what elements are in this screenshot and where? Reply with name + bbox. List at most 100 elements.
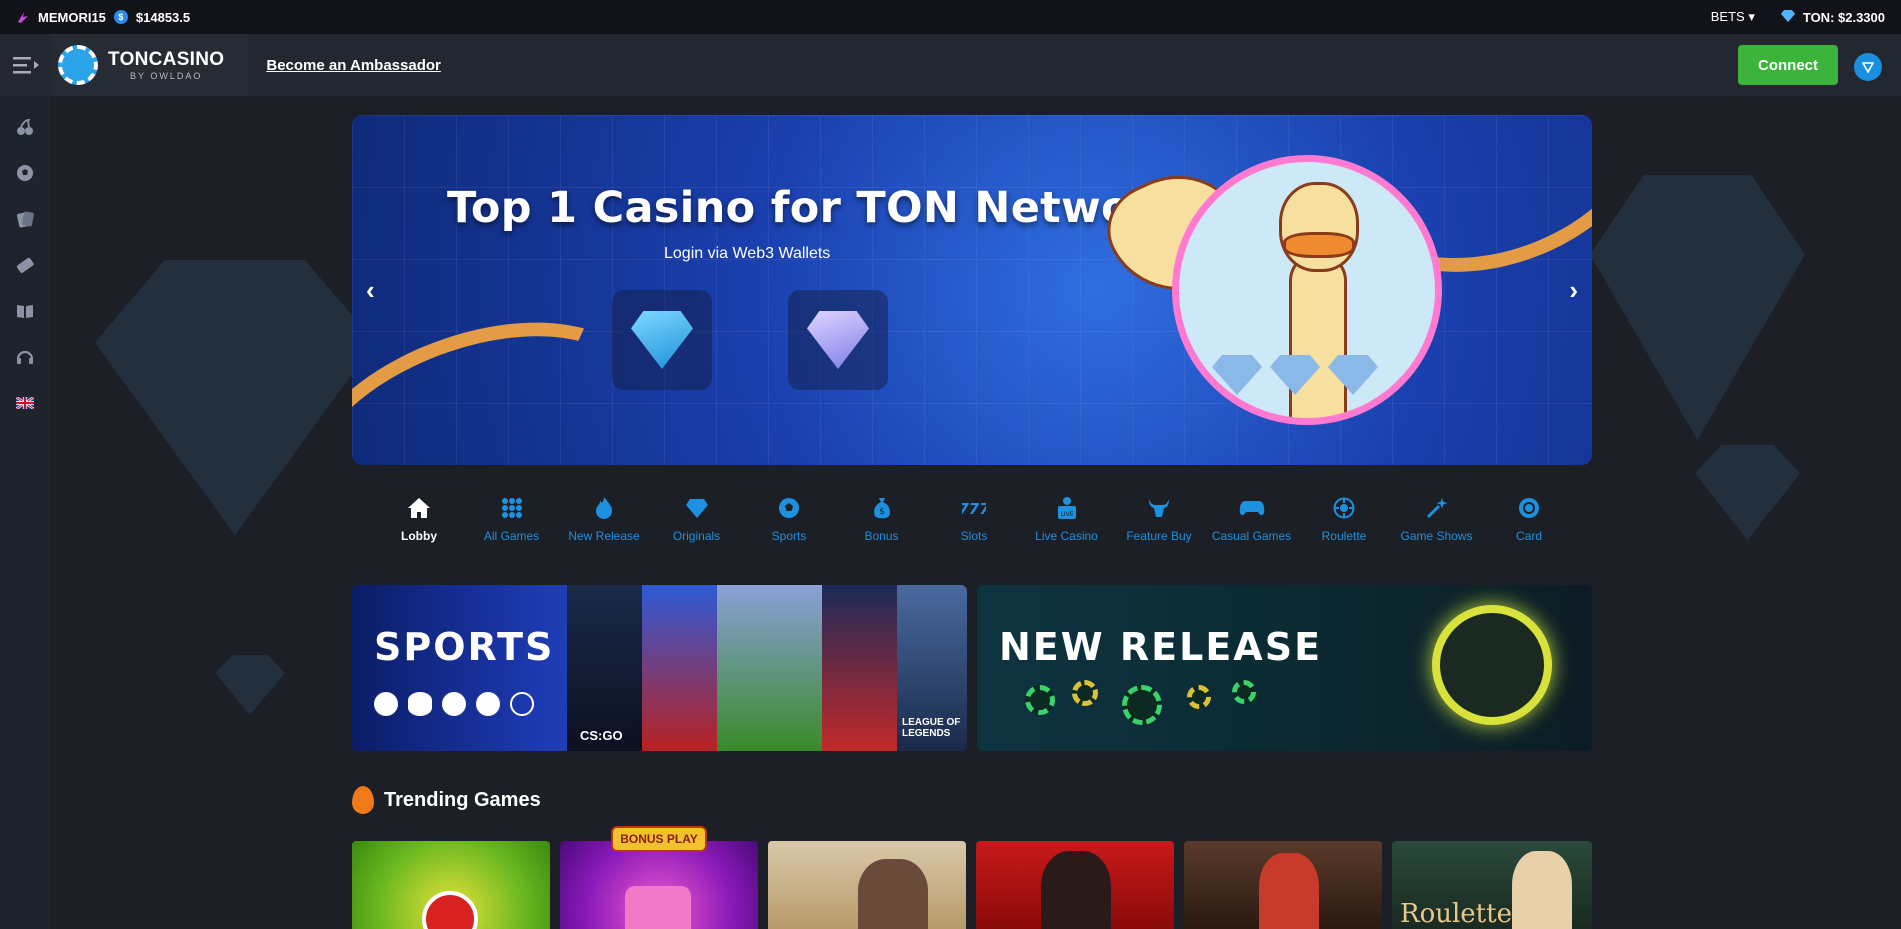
bonus-play-badge: BONUS PLAY: [611, 826, 707, 852]
background-diamond-small-left: [215, 655, 285, 715]
casino-chip-icon: [1072, 680, 1098, 706]
esports-soldier-image: [567, 585, 652, 751]
home-icon: [406, 495, 432, 521]
svg-text:LIVE: LIVE: [1060, 511, 1073, 518]
uk-flag-icon[interactable]: [0, 380, 50, 426]
casino-chip-icon: [1232, 680, 1256, 704]
background-diamond-right: [1590, 175, 1805, 440]
shuttlecock-icon: [510, 692, 534, 716]
connect-button[interactable]: Connect: [1738, 45, 1838, 85]
blue-diamond-icon: [631, 311, 693, 369]
flame-icon: [352, 786, 374, 814]
money-bag-icon: $: [869, 495, 895, 521]
carousel-next-icon[interactable]: ›: [1569, 275, 1578, 306]
live-dealer-icon: LIVE: [1054, 495, 1080, 521]
roulette-icon: [1331, 495, 1357, 521]
diamond-icon: [684, 495, 710, 521]
rugby-ball-icon: [408, 692, 432, 716]
magic-wand-icon: [1424, 495, 1450, 521]
cherries-icon[interactable]: [0, 104, 50, 150]
menu-toggle-icon[interactable]: [0, 34, 52, 96]
sidebar: [0, 96, 50, 929]
category-feature-buy[interactable]: Feature Buy: [1114, 495, 1204, 555]
casino-chip-icon: [1025, 685, 1055, 715]
grid-icon: [499, 495, 525, 521]
brand-sub: BY OWLDAO: [130, 71, 203, 81]
ticket-icon[interactable]: [0, 242, 50, 288]
dice-icon: [625, 886, 691, 929]
game-card-live-lounge[interactable]: [1184, 841, 1382, 929]
dealer-image: [1512, 851, 1572, 929]
ton-wallet-icon[interactable]: [1854, 53, 1882, 81]
soccer-ball-icon: [374, 692, 398, 716]
cards-icon[interactable]: [0, 196, 50, 242]
become-ambassador-link[interactable]: Become an Ambassador: [266, 57, 441, 74]
fire-icon: [591, 495, 617, 521]
category-roulette[interactable]: Roulette: [1299, 495, 1389, 555]
ton-diamond-icon: [1780, 9, 1795, 26]
category-slots[interactable]: 777 Slots: [929, 495, 1019, 555]
game-card-roulette[interactable]: Roulette: [1392, 841, 1592, 929]
new-release-promo-banner[interactable]: NEW RELEASE: [977, 585, 1592, 751]
lol-logo: LEAGUE OF LEGENDS: [902, 717, 961, 739]
soccer-ball-icon: [776, 495, 802, 521]
purple-diamond-icon: [807, 311, 869, 369]
sports-promo-banner[interactable]: SPORTS CS:GO LEAGUE OF LEGENDS: [352, 585, 967, 751]
hockey-player-image: [822, 585, 897, 751]
headset-icon[interactable]: [0, 334, 50, 380]
sports-balls: [374, 692, 534, 716]
category-all-games[interactable]: All Games: [467, 495, 557, 555]
soccer-player-image: [717, 585, 822, 751]
trending-title: Trending Games: [384, 788, 541, 811]
bull-icon: [1146, 495, 1172, 521]
carousel-prev-icon[interactable]: ‹: [366, 275, 375, 306]
background-diamond-small-right: [1695, 445, 1800, 540]
casino-chip-logo-icon: [58, 45, 98, 85]
category-game-shows[interactable]: Game Shows: [1392, 495, 1482, 555]
category-sports[interactable]: Sports: [744, 495, 834, 555]
ton-price: TON: $2.3300: [1802, 9, 1885, 25]
category-new-release[interactable]: New Release: [559, 495, 649, 555]
svg-text:777: 777: [962, 500, 986, 518]
roulette-game-title: Roulette: [1400, 899, 1512, 929]
book-icon[interactable]: [0, 288, 50, 334]
brand-logo[interactable]: TONCASINO BY OWLDAO: [52, 34, 249, 96]
dealer-image: [858, 859, 928, 929]
wallet-option-purple[interactable]: [788, 290, 888, 390]
game-card-live-red[interactable]: [976, 841, 1174, 929]
brand-name: TONCASINO: [108, 49, 225, 70]
category-live-casino[interactable]: LIVE Live Casino: [1022, 495, 1112, 555]
balance: $14853.5: [135, 9, 191, 25]
coin-icon: $: [113, 10, 128, 24]
category-lobby[interactable]: Lobby: [374, 495, 464, 555]
new-release-promo-title: NEW RELEASE: [999, 625, 1323, 669]
category-bonus[interactable]: $ Bonus: [837, 495, 927, 555]
roulette-wheel-image: [1432, 605, 1552, 725]
hero-subtitle: Login via Web3 Wallets: [664, 245, 831, 262]
game-card-live-blackjack[interactable]: [768, 841, 966, 929]
football-player-image: [642, 585, 717, 751]
category-originals[interactable]: Originals: [652, 495, 742, 555]
soccer-ball-icon[interactable]: [0, 150, 50, 196]
trending-header: Trending Games: [352, 786, 541, 814]
basketball-icon: [442, 692, 466, 716]
wallet-option-blue[interactable]: [612, 290, 712, 390]
dealer-image: [1041, 851, 1111, 929]
baseball-icon: [476, 692, 500, 716]
csgo-logo: CS:GO: [580, 728, 623, 743]
seven-icon: 777: [961, 495, 987, 521]
top-ticker-bar: MEMORI15 $ $14853.5 BETS ▾ TON: $2.3300: [0, 0, 1901, 34]
category-casual-games[interactable]: Casual Games: [1207, 495, 1297, 555]
header: TONCASINO BY OWLDAO Become an Ambassador…: [0, 34, 1901, 96]
hero-title: Top 1 Casino for TON Network: [447, 183, 1182, 233]
category-card[interactable]: Card: [1484, 495, 1574, 555]
rainbow-bolt-icon: [16, 10, 30, 24]
background-diamond-left: [95, 260, 375, 535]
bets-dropdown[interactable]: BETS ▾: [1711, 9, 1755, 25]
game-card-lottery[interactable]: [352, 841, 550, 929]
game-card-bonus-play[interactable]: [560, 841, 758, 929]
gamepad-icon: [1239, 495, 1265, 521]
casino-chip-icon: [1187, 685, 1211, 709]
dealer-image: [1259, 853, 1319, 929]
hero-banner[interactable]: Top 1 Casino for TON Network Login via W…: [352, 115, 1592, 465]
